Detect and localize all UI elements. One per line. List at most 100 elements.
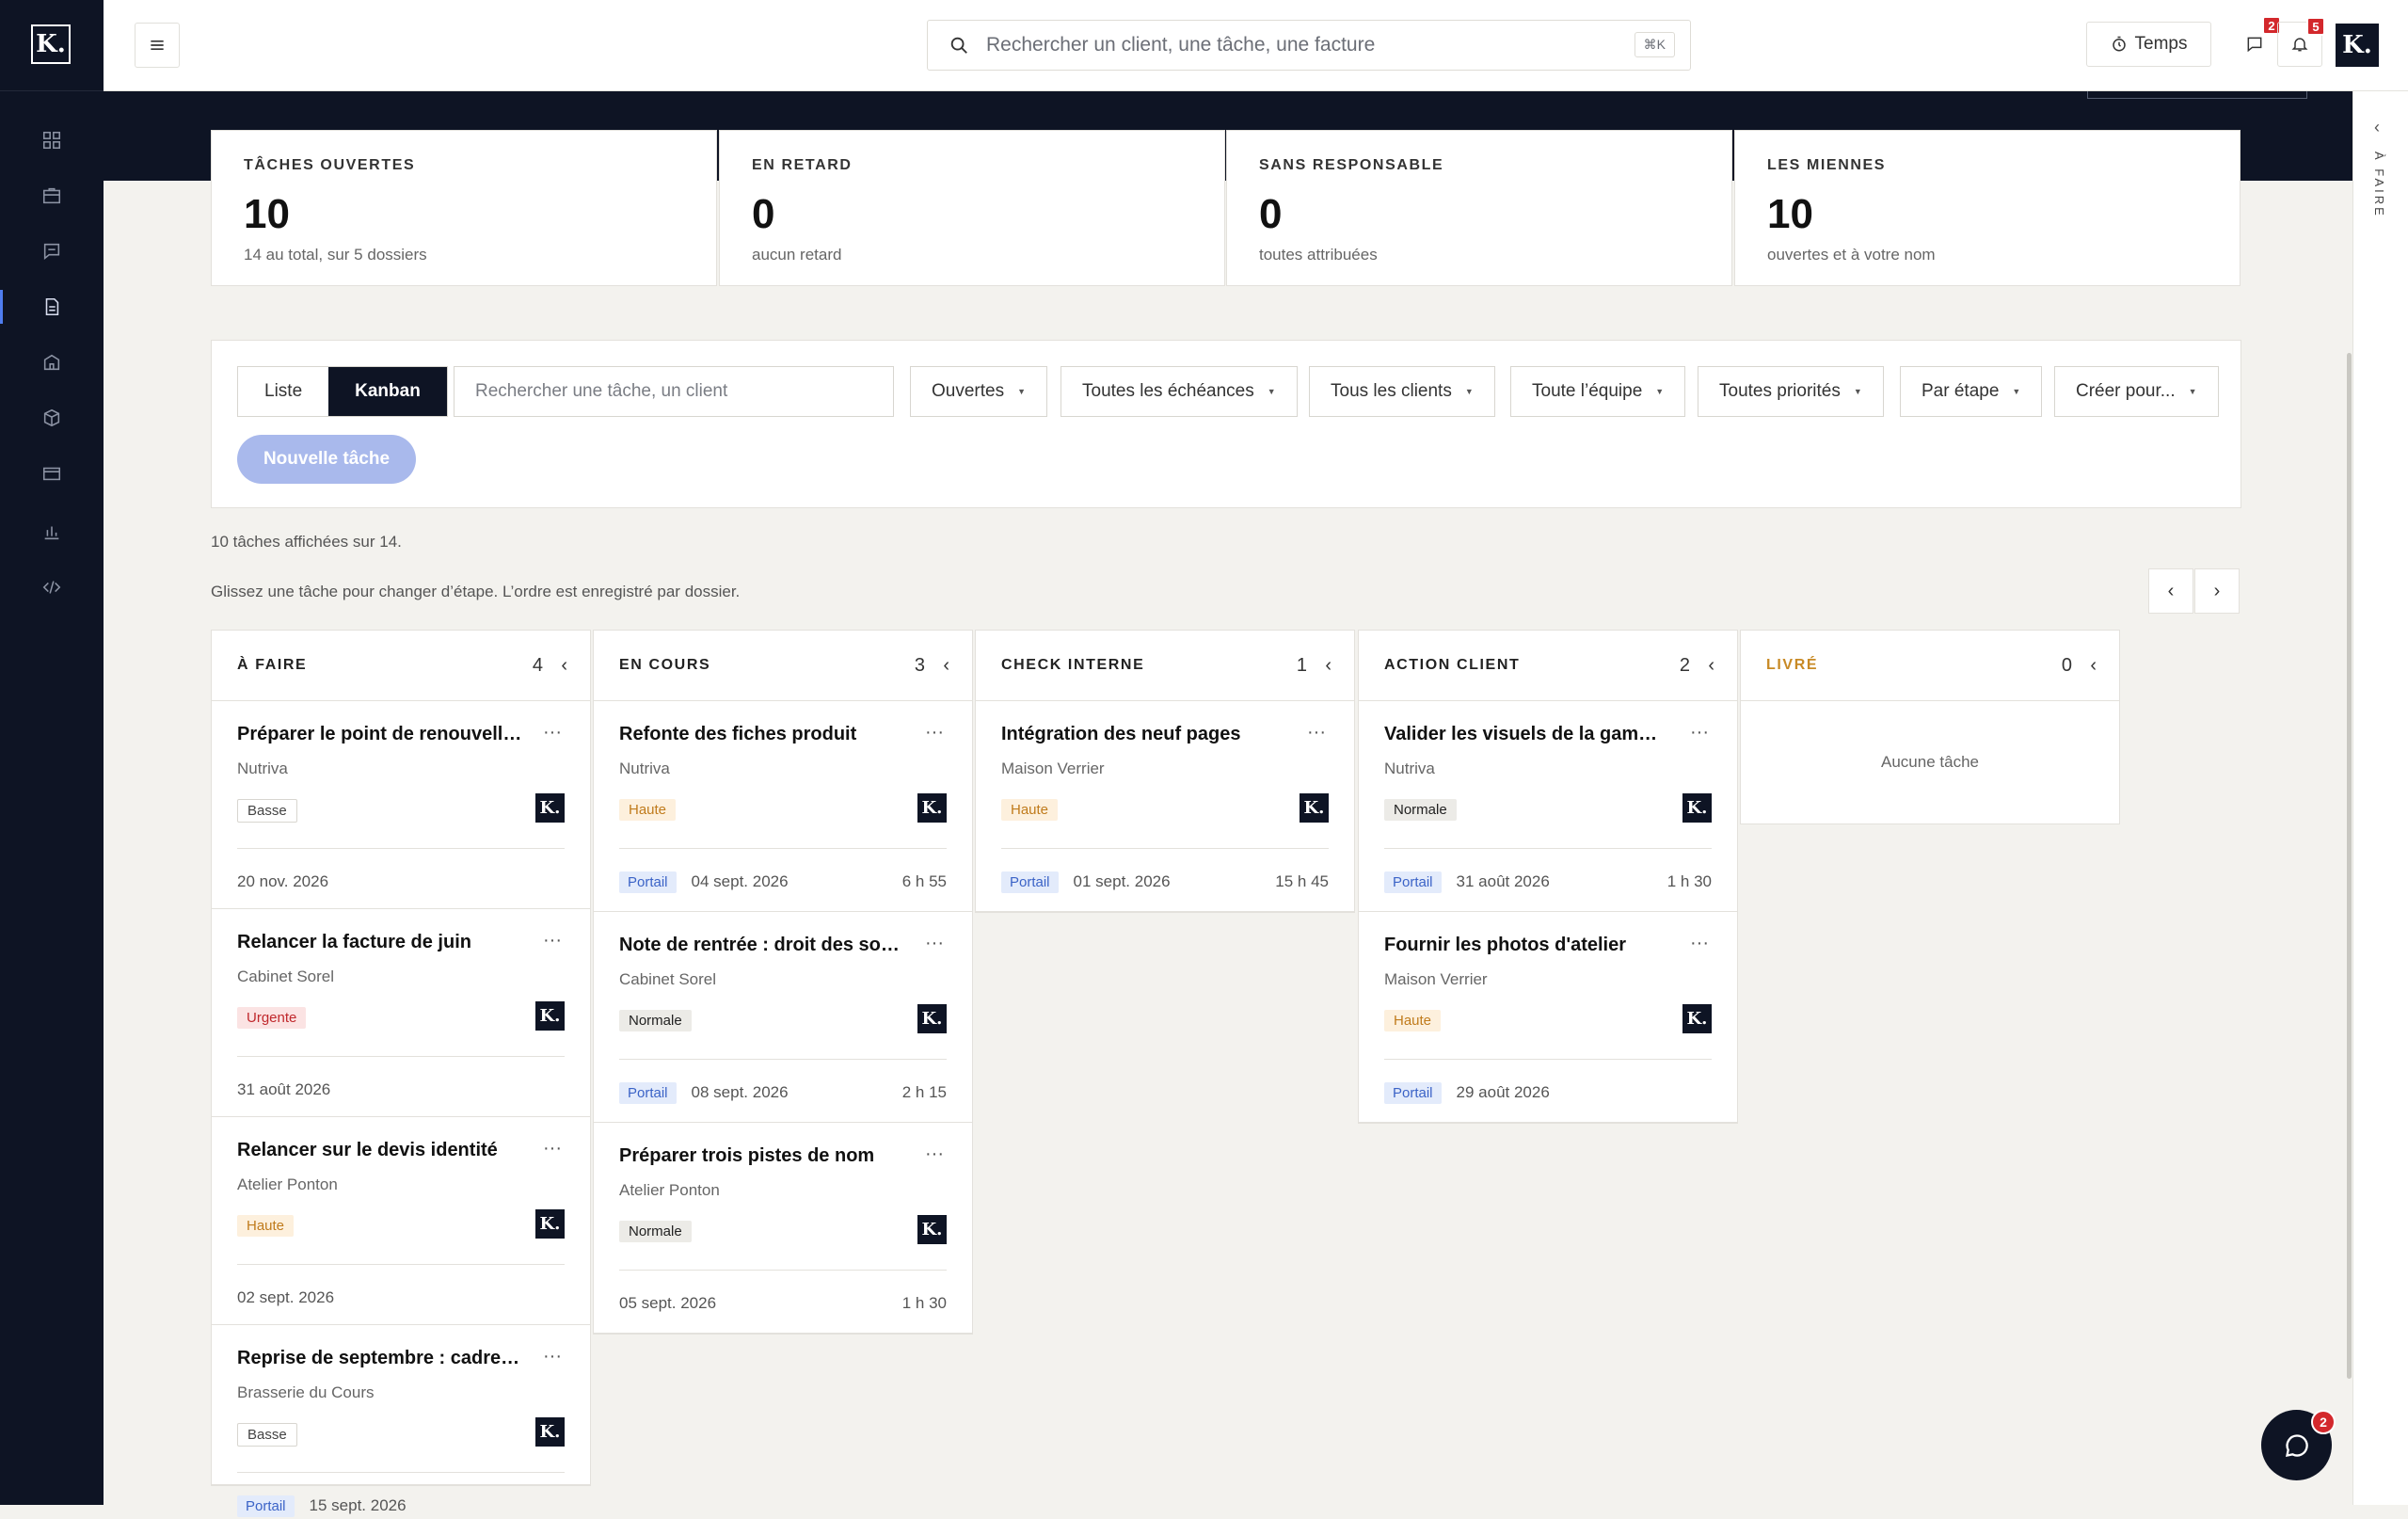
view-kanban-button[interactable]: Kanban [328, 367, 447, 416]
messages-button[interactable]: 2 [2232, 16, 2281, 67]
view-liste-button[interactable]: Liste [238, 367, 328, 416]
task-card[interactable]: Valider les visuels de la gamme bio ··· Nu… [1359, 701, 1737, 912]
time-spent: 15 h 45 [1275, 872, 1329, 890]
board-prev-button[interactable]: ‹ [2148, 568, 2193, 614]
expand-panel-chevron-icon[interactable]: ‹ [2374, 118, 2380, 137]
new-task-button[interactable]: Nouvelle tâche [237, 435, 416, 484]
task-card[interactable]: Reprise de septembre : cadrer les priori… [212, 1325, 590, 1517]
task-card[interactable]: Relancer la facture de juin ··· Cabinet So… [212, 909, 590, 1117]
header-action-button[interactable] [2087, 91, 2307, 99]
priority-filter-dropdown[interactable]: Toutes priorités ▼ [1698, 366, 1884, 417]
task-card[interactable]: Préparer le point de renouvellement ··· Nu… [212, 701, 590, 909]
time-tracking-button[interactable]: Temps [2086, 22, 2211, 67]
collapse-column-chevron-icon[interactable]: ‹ [561, 655, 567, 677]
task-card[interactable]: Relancer sur le devis identité ··· Atelier… [212, 1117, 590, 1325]
briefcase-icon [42, 187, 61, 204]
menu-toggle-button[interactable] [135, 23, 180, 68]
chat-icon [2285, 1433, 2308, 1457]
due-date: 29 août 2026 [1456, 1083, 1550, 1101]
chat-launcher-button[interactable]: 2 [2261, 1410, 2336, 1480]
sidebar-item-dashboard[interactable] [0, 114, 104, 167]
task-card[interactable]: Refonte des fiches produit ··· Nutriva Haut… [594, 701, 972, 912]
column-header: EN COURS 3 ‹ [594, 631, 972, 701]
more-options-icon[interactable]: ··· [1307, 722, 1326, 744]
stat-card-unassigned: SANS RESPONSABLE 0 toutes attribuées [1226, 130, 1732, 286]
priority-badge: Basse [237, 799, 297, 823]
caret-down-icon: ▼ [1853, 387, 1862, 396]
status-filter-dropdown[interactable]: Ouvertes ▼ [910, 366, 1048, 417]
sidebar-item-reports[interactable] [0, 505, 104, 558]
global-search-input[interactable]: Rechercher un client, une tâche, une fac… [927, 20, 1691, 71]
column-count: 2 [1679, 654, 1690, 676]
created-filter-dropdown[interactable]: Créer pour... ▼ [2054, 366, 2219, 417]
more-options-icon[interactable]: ··· [543, 1138, 562, 1159]
task-title[interactable]: Note de rentrée : droit des sociétés [619, 935, 906, 956]
due-filter-dropdown[interactable]: Toutes les échéances ▼ [1060, 366, 1298, 417]
task-card[interactable]: Intégration des neuf pages ··· Maison Verr… [976, 701, 1354, 912]
task-client: Atelier Ponton [237, 1175, 338, 1193]
task-title[interactable]: Valider les visuels de la gamme bio [1384, 724, 1671, 745]
stat-value: 0 [752, 191, 775, 237]
kanban-column: EN COURS 3 ‹ Refonte des fiches produit ··· N… [593, 630, 973, 1335]
caret-down-icon: ▼ [1267, 387, 1276, 396]
group-filter-dropdown[interactable]: Par étape ▼ [1900, 366, 2043, 417]
collapse-column-chevron-icon[interactable]: ‹ [943, 655, 949, 677]
right-panel-label[interactable]: À FAIRE [2372, 152, 2386, 218]
card-divider [619, 1270, 947, 1271]
sidebar-item-messages[interactable] [0, 225, 104, 278]
more-options-icon[interactable]: ··· [1690, 722, 1709, 744]
due-date: 05 sept. 2026 [619, 1294, 717, 1312]
card-divider [237, 1056, 565, 1057]
clients-filter-dropdown[interactable]: Tous les clients ▼ [1309, 366, 1495, 417]
time-spent: 2 h 15 [901, 1083, 947, 1101]
sidebar-item-tasks[interactable] [0, 280, 104, 333]
kanban-column: ACTION CLIENT 2 ‹ Valider les visuels de la… [1358, 630, 1738, 1124]
card-footer: 02 sept. 2026 [237, 1285, 565, 1311]
more-options-icon[interactable]: ··· [925, 1143, 944, 1165]
notifications-button[interactable]: 5 [2277, 17, 2325, 67]
app-logo[interactable]: K. [31, 24, 71, 64]
more-options-icon[interactable]: ··· [925, 933, 944, 954]
collapse-column-chevron-icon[interactable]: ‹ [2090, 655, 2097, 677]
document-icon [45, 297, 59, 316]
sidebar-item-projects[interactable] [0, 169, 104, 222]
caret-down-icon: ▼ [1017, 387, 1027, 396]
more-options-icon[interactable]: ··· [543, 722, 562, 744]
assignee-avatar-text: K. [539, 1006, 561, 1026]
more-options-icon[interactable]: ··· [543, 930, 562, 951]
sidebar-item-billing[interactable] [0, 447, 104, 500]
sidebar-item-developer[interactable] [0, 561, 104, 614]
collapse-column-chevron-icon[interactable]: ‹ [1325, 655, 1332, 677]
task-title[interactable]: Reprise de septembre : cadrer les priori… [237, 1348, 524, 1369]
stat-label: LES MIENNES [1767, 157, 1887, 173]
task-title[interactable]: Relancer la facture de juin [237, 932, 524, 953]
task-client: Nutriva [1384, 760, 1435, 777]
assignee-avatar-text: K. [1686, 798, 1708, 818]
task-card[interactable]: Note de rentrée : droit des sociétés ··· C… [594, 912, 972, 1123]
task-card[interactable]: Fournir les photos d'atelier ··· Maison Ve… [1359, 912, 1737, 1123]
more-options-icon[interactable]: ··· [543, 1346, 562, 1367]
task-title[interactable]: Préparer le point de renouvellement [237, 724, 524, 745]
task-title[interactable]: Relancer sur le devis identité [237, 1140, 524, 1161]
task-title[interactable]: Intégration des neuf pages [1001, 724, 1288, 745]
task-title[interactable]: Refonte des fiches produit [619, 724, 906, 745]
task-card[interactable]: Préparer trois pistes de nom ··· Atelier P… [594, 1123, 972, 1334]
board-next-button[interactable]: › [2194, 568, 2240, 614]
more-options-icon[interactable]: ··· [925, 722, 944, 744]
stat-value: 10 [1767, 191, 1813, 237]
team-filter-dropdown[interactable]: Toute l’équipe ▼ [1510, 366, 1686, 417]
more-options-icon[interactable]: ··· [1690, 933, 1709, 954]
collapse-column-chevron-icon[interactable]: ‹ [1708, 655, 1714, 677]
sidebar-item-clients[interactable] [0, 336, 104, 389]
task-search-input[interactable]: Rechercher une tâche, un client [454, 366, 894, 417]
main-scrollbar[interactable] [2347, 353, 2352, 1379]
assignee-avatar: K. [1682, 1004, 1712, 1033]
task-title[interactable]: Préparer trois pistes de nom [619, 1145, 906, 1167]
status-filter-label: Ouvertes [932, 381, 1005, 401]
assignee-avatar: K. [535, 1001, 565, 1031]
user-avatar[interactable]: K. [2336, 24, 2379, 67]
task-title[interactable]: Fournir les photos d'atelier [1384, 935, 1671, 956]
card-footer: Portail 01 sept. 2026 15 h 45 [1001, 869, 1329, 895]
stat-value: 10 [244, 191, 290, 237]
sidebar-item-products[interactable] [0, 392, 104, 444]
